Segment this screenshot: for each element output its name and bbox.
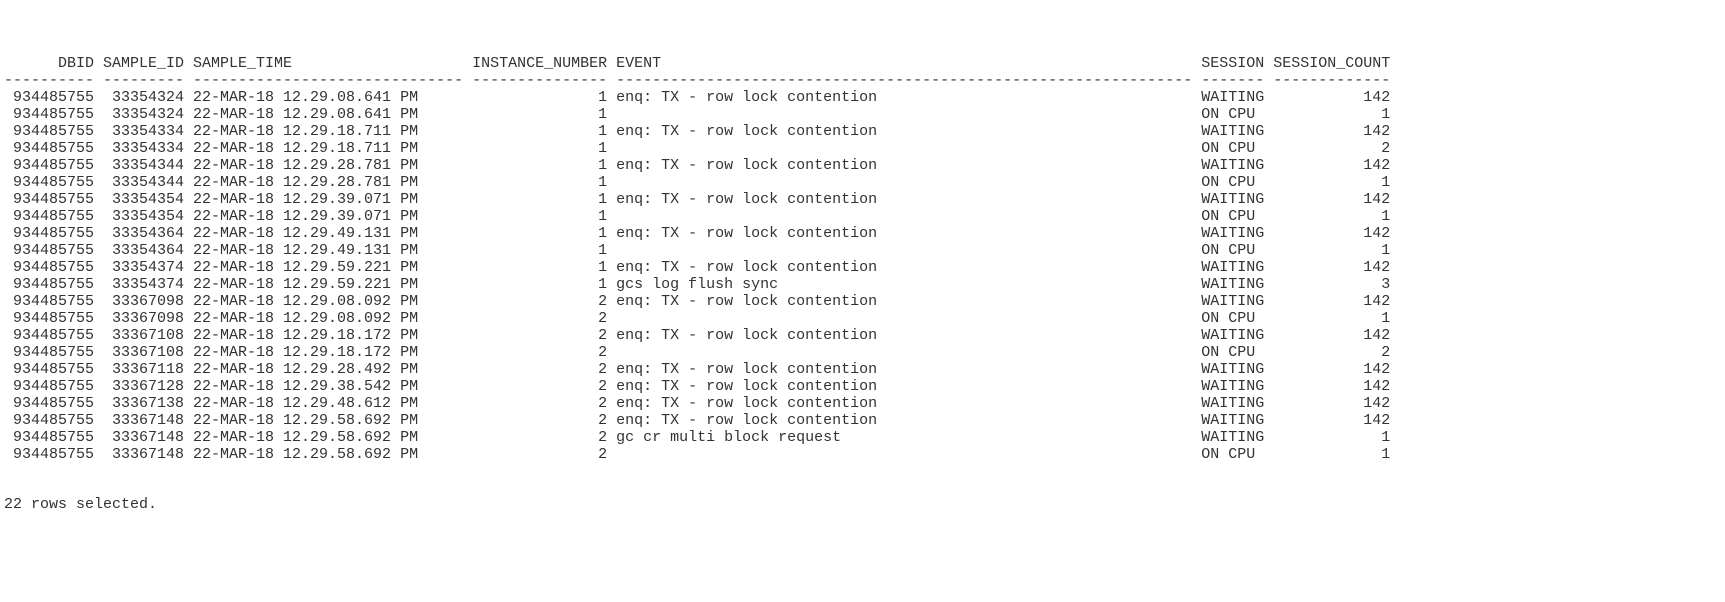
- table-row: 934485755 33354354 22-MAR-18 12.29.39.07…: [4, 208, 1725, 225]
- table-row: 934485755 33354374 22-MAR-18 12.29.59.22…: [4, 259, 1725, 276]
- table-row: 934485755 33354334 22-MAR-18 12.29.18.71…: [4, 123, 1725, 140]
- table-row: 934485755 33367128 22-MAR-18 12.29.38.54…: [4, 378, 1725, 395]
- query-output: DBID SAMPLE_ID SAMPLE_TIME INSTANCE_NUMB…: [4, 55, 1725, 463]
- table-row: 934485755 33354324 22-MAR-18 12.29.08.64…: [4, 89, 1725, 106]
- table-row: 934485755 33367148 22-MAR-18 12.29.58.69…: [4, 412, 1725, 429]
- table-row: 934485755 33354344 22-MAR-18 12.29.28.78…: [4, 157, 1725, 174]
- table-row: 934485755 33354334 22-MAR-18 12.29.18.71…: [4, 140, 1725, 157]
- table-row: 934485755 33367098 22-MAR-18 12.29.08.09…: [4, 293, 1725, 310]
- rows-selected-label: 22 rows selected.: [4, 496, 1725, 513]
- column-separator: ---------- --------- -------------------…: [4, 72, 1725, 89]
- table-row: 934485755 33354364 22-MAR-18 12.29.49.13…: [4, 225, 1725, 242]
- table-row: 934485755 33354364 22-MAR-18 12.29.49.13…: [4, 242, 1725, 259]
- table-row: 934485755 33367108 22-MAR-18 12.29.18.17…: [4, 344, 1725, 361]
- table-row: 934485755 33367138 22-MAR-18 12.29.48.61…: [4, 395, 1725, 412]
- table-row: 934485755 33367118 22-MAR-18 12.29.28.49…: [4, 361, 1725, 378]
- table-row: 934485755 33354354 22-MAR-18 12.29.39.07…: [4, 191, 1725, 208]
- table-row: 934485755 33354324 22-MAR-18 12.29.08.64…: [4, 106, 1725, 123]
- table-row: 934485755 33354344 22-MAR-18 12.29.28.78…: [4, 174, 1725, 191]
- table-row: 934485755 33367098 22-MAR-18 12.29.08.09…: [4, 310, 1725, 327]
- table-row: 934485755 33367108 22-MAR-18 12.29.18.17…: [4, 327, 1725, 344]
- column-headers: DBID SAMPLE_ID SAMPLE_TIME INSTANCE_NUMB…: [4, 55, 1725, 72]
- table-row: 934485755 33354374 22-MAR-18 12.29.59.22…: [4, 276, 1725, 293]
- table-row: 934485755 33367148 22-MAR-18 12.29.58.69…: [4, 429, 1725, 446]
- table-row: 934485755 33367148 22-MAR-18 12.29.58.69…: [4, 446, 1725, 463]
